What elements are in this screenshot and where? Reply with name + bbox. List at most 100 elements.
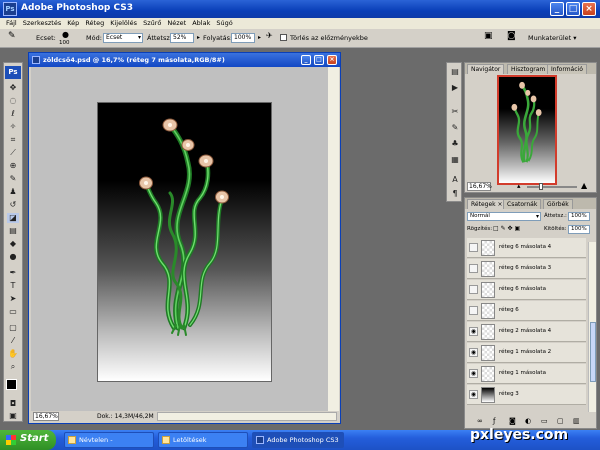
zoom-tool-icon[interactable]: ⌕ (7, 362, 19, 372)
type-tool-icon[interactable]: T (7, 281, 19, 291)
layer-opacity-field[interactable]: 100% (568, 212, 590, 221)
menu-help[interactable]: Súgó (213, 18, 235, 29)
tab-histogram[interactable]: Hisztogram (507, 64, 550, 74)
eye-icon[interactable]: ◉ (469, 369, 478, 378)
lock-icons[interactable]: □ ✎ ✥ ▣ (493, 225, 520, 232)
menu-view[interactable]: Nézet (164, 18, 189, 29)
foreground-color-swatch[interactable] (6, 379, 17, 390)
visibility-toggle[interactable] (469, 306, 478, 315)
brush-tool-icon[interactable]: ✎ (7, 174, 19, 184)
navigator-zoom-slider[interactable] (527, 186, 577, 188)
fill-field[interactable]: 100% (568, 225, 590, 234)
flow-arrow-icon[interactable]: ▸ (258, 33, 261, 43)
brushes-icon[interactable]: ✎ (450, 123, 460, 133)
shape-tool-icon[interactable]: ▭ (7, 307, 19, 317)
taskbar-item-notepad[interactable]: Névtelen - Jegyzettömb (64, 432, 154, 448)
adjustment-layer-icon[interactable]: ◐ (525, 417, 531, 425)
tab-navigator[interactable]: Navigátor (467, 64, 505, 74)
doc-minimize-button[interactable]: _ (301, 55, 311, 65)
mode-select[interactable]: Ecset ▾ (103, 33, 143, 43)
marquee-tool-icon[interactable]: ◌ (7, 96, 19, 106)
eye-icon[interactable]: ◉ (469, 327, 478, 336)
document-zoom-field[interactable]: 16,67% (33, 412, 59, 421)
zoom-out-icon[interactable]: ▴ (517, 182, 521, 190)
tool-presets-icon[interactable]: ✂ (450, 107, 460, 117)
slice-tool-icon[interactable]: ⟋ (7, 148, 19, 158)
character-icon[interactable]: A (450, 175, 460, 185)
bridge-icon[interactable]: ▣ (484, 31, 493, 41)
layer-row[interactable]: réteg 6 másolata (467, 280, 586, 300)
taskbar-item-downloads[interactable]: Letöltések (158, 432, 248, 448)
document-vertical-scrollbar[interactable] (327, 67, 339, 411)
move-tool-icon[interactable]: ✥ (7, 83, 19, 93)
image-canvas[interactable] (97, 102, 272, 382)
blend-mode-select[interactable]: Normál ▾ (467, 212, 541, 221)
quick-mask-icon[interactable]: ◘ (7, 399, 19, 409)
canvas-area[interactable] (31, 67, 327, 411)
eraser-tool-icon[interactable]: ◪ (7, 213, 19, 223)
layer-row[interactable]: ◉ réteg 1 másolata 2 (467, 343, 586, 363)
menu-layer[interactable]: Réteg (82, 18, 107, 29)
new-group-icon[interactable]: ▭ (541, 417, 548, 425)
new-layer-icon[interactable]: ▢ (557, 417, 564, 425)
notes-tool-icon[interactable]: ▢ (7, 323, 19, 333)
document-horizontal-scrollbar[interactable] (157, 412, 337, 421)
flow-field[interactable]: 100% (231, 33, 255, 43)
clone-stamp-icon[interactable]: ♟ (7, 187, 19, 197)
layer-row[interactable]: ◉ réteg 2 másolata 4 (467, 322, 586, 342)
opacity-field[interactable]: 52% (170, 33, 194, 43)
layer-row[interactable]: ◉ réteg 1 másolata (467, 364, 586, 384)
pen-tool-icon[interactable]: ✒ (7, 268, 19, 278)
dodge-tool-icon[interactable]: ● (7, 252, 19, 262)
visibility-toggle[interactable] (469, 285, 478, 294)
layer-mask-icon[interactable]: ◙ (509, 417, 516, 425)
layer-row[interactable]: réteg 6 másolata 3 (467, 259, 586, 279)
menu-image[interactable]: Kép (64, 18, 82, 29)
close-button[interactable]: × (582, 2, 596, 16)
zoom-in-icon[interactable]: ▲ (581, 181, 587, 190)
crop-tool-icon[interactable]: ⌗ (7, 135, 19, 145)
magic-wand-icon[interactable]: ✧ (7, 122, 19, 132)
layer-row[interactable]: réteg 6 (467, 301, 586, 321)
document-title-bar[interactable]: zöldcső4.psd @ 16,7% (réteg 7 másolata,R… (29, 53, 340, 67)
eyedropper-icon[interactable]: ⁄ (7, 336, 19, 346)
menu-filter[interactable]: Szűrő (140, 18, 164, 29)
taskbar-item-photoshop[interactable]: Adobe Photoshop CS3 (252, 432, 344, 448)
tab-info[interactable]: Információ (547, 64, 587, 74)
document-info[interactable]: Dok.: 14,3M/46,2M (97, 413, 154, 420)
trash-icon[interactable]: ▥ (573, 417, 580, 425)
history-brush-icon[interactable]: ↺ (7, 200, 19, 210)
actions-icon[interactable]: ▶ (450, 83, 460, 93)
camera-icon[interactable]: ◙ (507, 31, 516, 41)
menu-select[interactable]: Kijelölés (107, 18, 140, 29)
layers-scrollbar-thumb[interactable] (590, 322, 596, 382)
path-select-icon[interactable]: ➤ (7, 294, 19, 304)
eye-icon[interactable]: ◉ (469, 348, 478, 357)
styles-icon[interactable]: ▦ (450, 155, 460, 165)
blur-tool-icon[interactable]: ◆ (7, 239, 19, 249)
layer-style-icon[interactable]: ƒ (493, 417, 495, 425)
erase-history-checkbox[interactable] (280, 34, 287, 41)
menu-file[interactable]: Fájl (3, 18, 20, 29)
layer-row[interactable]: ◉ réteg 3 (467, 385, 586, 405)
doc-maximize-button[interactable]: □ (314, 55, 324, 65)
history-icon[interactable]: ▤ (450, 67, 460, 77)
workspace-menu[interactable]: Munkaterület ▾ (528, 33, 577, 43)
tab-curves[interactable]: Görbék (543, 199, 573, 209)
minimize-button[interactable]: _ (550, 2, 564, 16)
gradient-tool-icon[interactable]: ▤ (7, 226, 19, 236)
clone-source-icon[interactable]: ♣ (450, 139, 460, 149)
doc-close-button[interactable]: × (327, 55, 337, 65)
tab-channels[interactable]: Csatornák (503, 199, 542, 209)
menu-window[interactable]: Ablak (189, 18, 213, 29)
hand-tool-icon[interactable]: ✋ (7, 349, 19, 359)
healing-brush-icon[interactable]: ⊕ (7, 161, 19, 171)
eraser-tool-icon[interactable]: ✎ (8, 31, 16, 41)
navigator-zoom-field[interactable]: 16,67% (467, 182, 492, 191)
eye-icon[interactable]: ◉ (469, 390, 478, 399)
paragraph-icon[interactable]: ¶ (450, 189, 460, 199)
airbrush-icon[interactable]: ✈ (266, 31, 273, 41)
navigator-zoom-slider-thumb[interactable] (539, 183, 543, 190)
start-button[interactable]: Start (0, 430, 56, 450)
visibility-toggle[interactable] (469, 243, 478, 252)
